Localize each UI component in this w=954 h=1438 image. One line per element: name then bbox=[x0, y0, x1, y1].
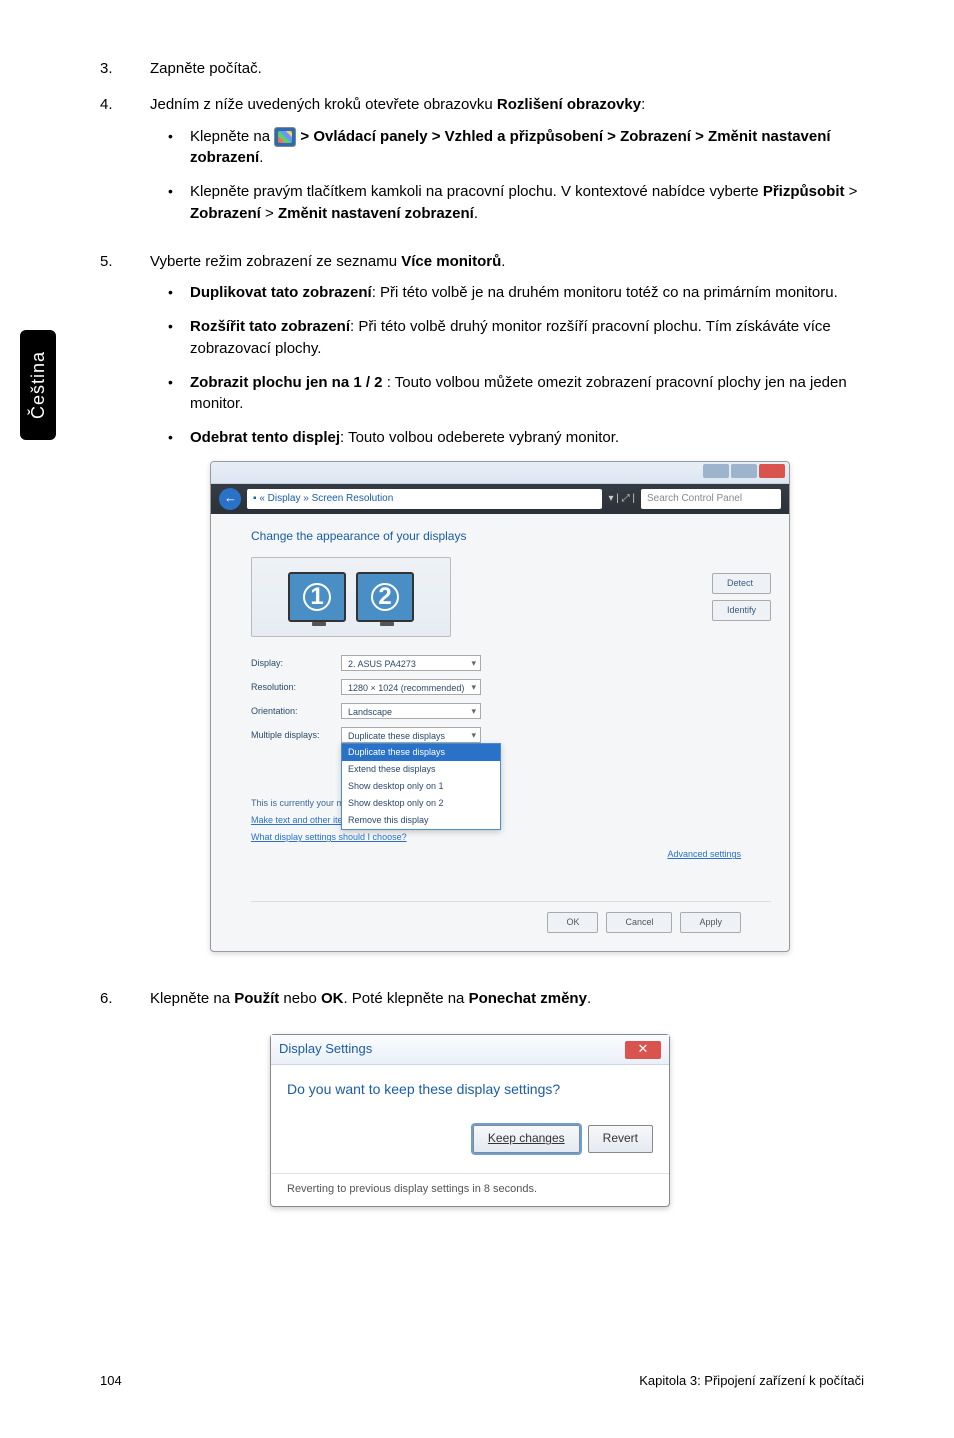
substep: •Zobrazit plochu jen na 1 / 2 : Touto vo… bbox=[150, 372, 864, 416]
dropdown-option[interactable]: Extend these displays bbox=[342, 761, 500, 778]
detect-button[interactable]: Detect bbox=[712, 573, 771, 594]
dialog-titlebar: Display Settings ✕ bbox=[271, 1035, 669, 1065]
language-label: Čeština bbox=[28, 351, 49, 419]
panel-heading: Change the appearance of your displays bbox=[251, 528, 771, 545]
minimize-icon[interactable] bbox=[703, 464, 729, 478]
back-button[interactable] bbox=[219, 488, 241, 510]
resolution-select[interactable]: 1280 × 1024 (recommended) bbox=[341, 679, 481, 695]
display-select[interactable]: 2. ASUS PA4273 bbox=[341, 655, 481, 671]
close-icon[interactable]: ✕ bbox=[625, 1041, 661, 1059]
step-intro-bold: Rozlišení obrazovky bbox=[497, 96, 641, 113]
step-text: Zapněte počítač. bbox=[150, 58, 864, 80]
windows-logo-icon bbox=[274, 127, 296, 147]
apply-button[interactable]: Apply bbox=[680, 912, 741, 933]
breadcrumb[interactable]: ▪ « Display » Screen Resolution bbox=[247, 489, 602, 509]
cancel-button[interactable]: Cancel bbox=[606, 912, 672, 933]
language-tab: Čeština bbox=[20, 330, 56, 440]
dialog-title: Display Settings bbox=[279, 1040, 372, 1059]
label: Display: bbox=[251, 657, 331, 670]
step-5: 5. Vyberte režim zobrazení ze seznamu Ví… bbox=[100, 251, 864, 975]
step-6: 6. Klepněte na Použít nebo OK. Poté klep… bbox=[100, 988, 864, 1228]
step-4: 4. Jedním z níže uvedených kroků otevřet… bbox=[100, 94, 864, 237]
step-intro: Jedním z níže uvedených kroků otevřete o… bbox=[150, 96, 497, 113]
help-link[interactable]: What display settings should I choose? bbox=[251, 831, 771, 844]
dialog-message: Do you want to keep these display settin… bbox=[287, 1079, 653, 1099]
close-icon[interactable] bbox=[759, 464, 785, 478]
chapter-title: Kapitola 3: Připojení zařízení k počítač… bbox=[639, 1373, 864, 1388]
step-number: 3. bbox=[100, 58, 150, 80]
dropdown-option[interactable]: Duplicate these displays bbox=[342, 744, 500, 761]
dropdown-option[interactable]: Remove this display bbox=[342, 812, 500, 829]
dialog-footer: Reverting to previous display settings i… bbox=[271, 1173, 669, 1206]
identify-button[interactable]: Identify bbox=[712, 600, 771, 621]
page-number: 104 bbox=[100, 1373, 122, 1388]
multiple-displays-select[interactable]: Duplicate these displays bbox=[341, 727, 481, 743]
label: Multiple displays: bbox=[251, 729, 331, 742]
monitor-preview[interactable]: 1 2 bbox=[251, 557, 451, 637]
dropdown-option[interactable]: Show desktop only on 2 bbox=[342, 795, 500, 812]
label: Resolution: bbox=[251, 681, 331, 694]
ok-button[interactable]: OK bbox=[547, 912, 598, 933]
advanced-settings-link[interactable]: Advanced settings bbox=[251, 848, 741, 861]
monitor-1[interactable]: 1 bbox=[288, 572, 346, 622]
substep: •Odebrat tento displej: Touto volbou ode… bbox=[150, 427, 864, 449]
substep: • Klepněte pravým tlačítkem kamkoli na p… bbox=[150, 181, 864, 225]
address-bar: ▪ « Display » Screen Resolution ▾ | ⤢ | … bbox=[211, 484, 789, 514]
instruction-list: 3. Zapněte počítač. 4. Jedním z níže uve… bbox=[100, 58, 864, 1229]
multiple-displays-dropdown: Duplicate these displays Extend these di… bbox=[341, 743, 501, 830]
maximize-icon[interactable] bbox=[731, 464, 757, 478]
label: Orientation: bbox=[251, 705, 331, 718]
screen-resolution-figure: ▪ « Display » Screen Resolution ▾ | ⤢ | … bbox=[210, 461, 864, 953]
aux-text: This is currently your main display. bbox=[251, 797, 771, 810]
substep: •Duplikovat tato zobrazení: Při této vol… bbox=[150, 282, 864, 304]
orientation-select[interactable]: Landscape bbox=[341, 703, 481, 719]
page-footer: 104 Kapitola 3: Připojení zařízení k poč… bbox=[100, 1373, 864, 1388]
keep-changes-button[interactable]: Keep changes bbox=[473, 1125, 580, 1152]
substep: •Rozšířit tato zobrazení: Při této volbě… bbox=[150, 316, 864, 360]
keep-changes-figure: Display Settings ✕ Do you want to keep t… bbox=[270, 1034, 864, 1207]
substep: • Klepněte na > Ovládací panely > Vzhled… bbox=[150, 126, 864, 170]
dropdown-option[interactable]: Show desktop only on 1 bbox=[342, 778, 500, 795]
step-number: 5. bbox=[100, 251, 150, 975]
revert-button[interactable]: Revert bbox=[588, 1125, 653, 1152]
step-3: 3. Zapněte počítač. bbox=[100, 58, 864, 80]
step-number: 6. bbox=[100, 988, 150, 1228]
step-number: 4. bbox=[100, 94, 150, 237]
search-input[interactable]: Search Control Panel bbox=[641, 489, 781, 509]
monitor-2[interactable]: 2 bbox=[356, 572, 414, 622]
text-size-link[interactable]: Make text and other items larger or smal… bbox=[251, 814, 771, 827]
window-titlebar bbox=[211, 462, 789, 484]
